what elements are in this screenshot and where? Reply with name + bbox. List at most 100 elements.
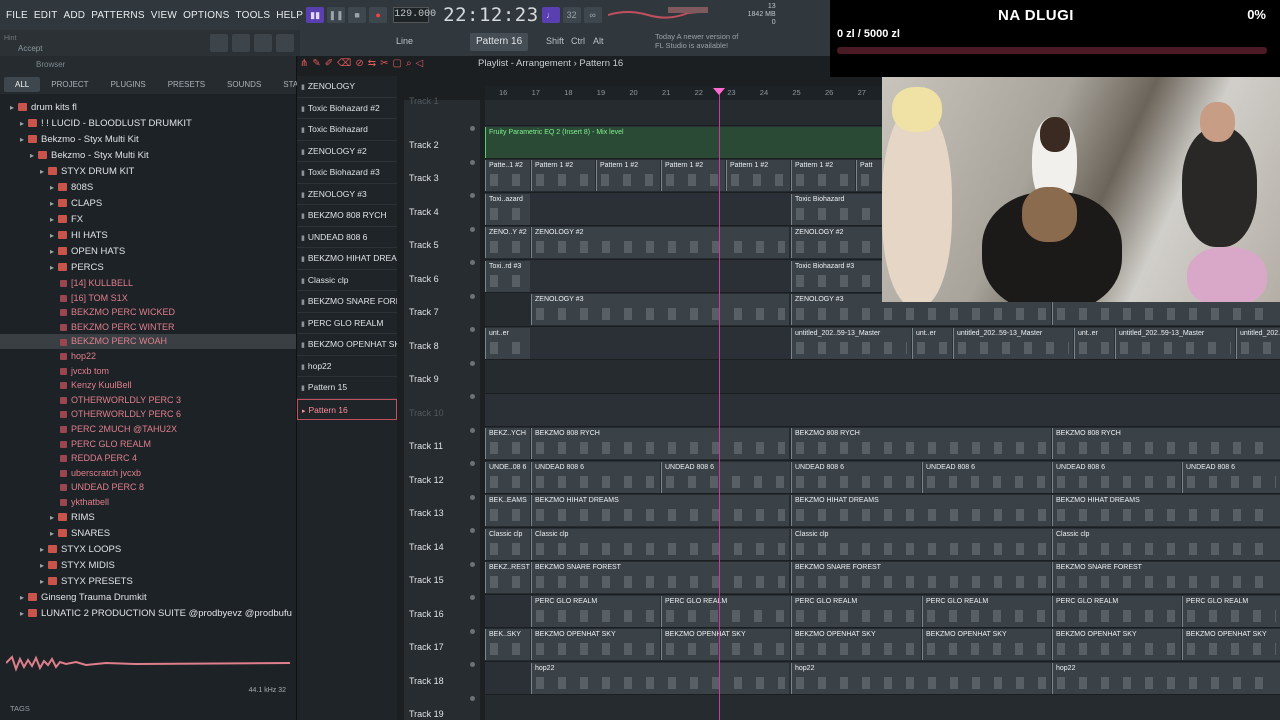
browser-file[interactable]: Kenzy KuulBell (0, 378, 296, 393)
track-name[interactable]: Track 1 (409, 96, 439, 106)
pattern-clip[interactable]: Toxic Biohazard #3 (791, 260, 886, 292)
browser-file[interactable]: PERC GLO REALM (0, 437, 296, 452)
pattern-clip[interactable]: BEKZMO SNARE FOREST (791, 562, 1051, 593)
expand-arrow-icon[interactable]: ▸ (20, 132, 28, 148)
delete-tool-icon[interactable]: ⌫ (337, 58, 351, 69)
browser-folder[interactable]: ▸ STYX LOOPS (0, 542, 296, 558)
menu-item-patterns[interactable]: PATTERNS (91, 10, 144, 21)
browser-folder[interactable]: ▸ Ginseng Trauma Drumkit (0, 590, 296, 606)
automation-clip[interactable]: Fruity Parametric EQ 2 (Insert 8) - Mix … (485, 126, 885, 158)
browser-tab-all[interactable]: ALL (4, 76, 41, 92)
browser-folder[interactable]: ▸ STYX PRESETS (0, 574, 296, 590)
pattern-clip[interactable]: untitled_202..59-13_Master (1115, 327, 1235, 359)
alt-key[interactable]: Alt (593, 36, 604, 46)
expand-arrow-icon[interactable]: ▸ (50, 526, 58, 542)
track-mute-led[interactable] (470, 628, 475, 634)
track-name[interactable]: Track 10 (409, 408, 444, 418)
pattern-clip[interactable]: ZENOLOGY #2 (791, 227, 886, 258)
menu-item-file[interactable]: FILE (6, 10, 28, 21)
playlist-window-button[interactable] (210, 34, 228, 52)
track-mute-led[interactable] (470, 260, 475, 265)
track-name[interactable]: Track 3 (409, 173, 439, 183)
track-name[interactable]: Track 8 (409, 341, 439, 351)
pattern-clip[interactable]: UNDEAD 808 6 (661, 461, 790, 493)
browser-folder[interactable]: ▸ FX (0, 212, 296, 228)
pattern-clip[interactable]: BEKZMO HIHAT DREAMS (791, 495, 1051, 526)
expand-arrow-icon[interactable]: ▸ (20, 606, 28, 622)
pattern-clip[interactable]: PERC GLO REALM (1182, 595, 1280, 627)
browser-file[interactable]: [16] TOM S1X (0, 291, 296, 306)
expand-arrow-icon[interactable]: ▸ (40, 574, 48, 590)
update-notice[interactable]: Today A newer version of FL Studio is av… (655, 32, 745, 50)
browser-file[interactable]: REDDA PERC 4 (0, 451, 296, 466)
browser-folder[interactable]: ▸ Bekzmo - Styx Multi Kit (0, 132, 296, 148)
pattern-clip[interactable]: UNDEAD 808 6 (791, 461, 921, 493)
select-tool-icon[interactable]: ▢ (392, 58, 401, 69)
pause-button[interactable]: ❚❚ (327, 7, 346, 23)
pattern-selector[interactable]: Pattern 16 (470, 33, 529, 51)
browser-folder[interactable]: ▸ HI HATS (0, 228, 296, 244)
track-mute-led[interactable] (470, 494, 475, 500)
track-name[interactable]: Track 14 (409, 542, 444, 552)
browser-folder[interactable]: ▸ STYX MIDIS (0, 558, 296, 574)
expand-arrow-icon[interactable]: ▸ (50, 196, 58, 212)
pattern-clip[interactable]: BEKZMO HIHAT DREAMS (531, 495, 789, 526)
browser-folder[interactable]: ▸ 808S (0, 180, 296, 196)
pattern-clip[interactable]: untitled_202..59-13_Master (953, 327, 1073, 359)
metronome-button[interactable]: ♩ (541, 7, 560, 23)
browser-file[interactable]: OTHERWORLDLY PERC 3 (0, 393, 296, 408)
browser-tab-presets[interactable]: PRESETS (157, 77, 216, 92)
pattern-clip[interactable]: Classic clp (531, 528, 789, 560)
browser-file[interactable]: BEKZMO PERC WINTER (0, 320, 296, 335)
playhead-marker[interactable] (713, 88, 725, 95)
expand-arrow-icon[interactable]: ▸ (50, 244, 58, 260)
browser-folder[interactable]: ▸ RIMS (0, 510, 296, 526)
menu-item-edit[interactable]: EDIT (34, 10, 58, 21)
expand-arrow-icon[interactable]: ▸ (50, 260, 58, 276)
expand-arrow-icon[interactable]: ▸ (40, 542, 48, 558)
sample-preview-waveform[interactable] (6, 654, 290, 672)
browser-folder[interactable]: ▸ ! ! LUCID - BLOODLUST DRUMKIT (0, 116, 296, 132)
pattern-clip[interactable]: BEK..EAMS (485, 495, 530, 526)
pattern-clip[interactable]: hop22 (531, 662, 789, 694)
expand-arrow-icon[interactable]: ▸ (30, 148, 38, 164)
menu-item-tools[interactable]: TOOLS (235, 10, 270, 21)
pattern-clip[interactable]: BEKZMO OPENHAT SKY (661, 629, 790, 660)
pattern-clip[interactable]: ZENOLOGY #2 (531, 227, 789, 258)
mixer-window-button[interactable] (276, 34, 294, 52)
pattern-clip[interactable]: BEKZMO OPENHAT SKY (531, 629, 660, 660)
pattern-clip[interactable]: Pattern 1 #2 (726, 160, 790, 191)
expand-arrow-icon[interactable]: ▸ (50, 180, 58, 196)
pattern-clip[interactable]: Pattern 1 #2 (596, 160, 660, 191)
pattern-clip[interactable]: UNDEAD 808 6 (1182, 461, 1280, 493)
pattern-item[interactable]: Toxic Biohazard #3 (297, 162, 397, 184)
pattern-clip[interactable]: ZENOLOGY #3 (531, 294, 789, 325)
browser-file[interactable]: [14] KULLBELL (0, 276, 296, 291)
browser-file[interactable]: BEKZMO PERC WICKED (0, 305, 296, 320)
track-name[interactable]: Track 17 (409, 642, 444, 652)
pattern-clip[interactable]: unt..er (1074, 327, 1114, 359)
pattern-clip[interactable]: BEKZMO HIHAT DREAMS (1052, 495, 1280, 526)
track-mute-led[interactable] (470, 528, 475, 533)
track-name[interactable]: Track 19 (409, 709, 444, 719)
pattern-clip[interactable]: unt..er (912, 327, 952, 359)
track-name[interactable]: Track 7 (409, 307, 439, 317)
track-name[interactable]: Track 2 (409, 140, 439, 150)
browser-file[interactable]: hop22 (0, 349, 296, 364)
record-button[interactable]: ● (369, 7, 388, 23)
track-mute-led[interactable] (470, 226, 475, 232)
pattern-clip[interactable]: Toxic Biohazard (791, 193, 886, 225)
browser-folder[interactable]: ▸ LUNATIC 2 PRODUCTION SUITE @prodbyevz @… (0, 606, 296, 622)
pattern-clip[interactable]: BEKZMO OPENHAT SKY (791, 629, 921, 660)
timeline-ruler[interactable]: 16 17 18 19 20 21 22 23 24 25 26 27 (485, 86, 885, 100)
pattern-clip[interactable]: UNDE..08 6 (485, 461, 530, 493)
track-mute-led[interactable] (470, 695, 475, 701)
pattern-clip[interactable]: BEKZMO OPENHAT SKY (1052, 629, 1181, 660)
pattern-clip[interactable]: Pattern 1 #2 (531, 160, 595, 191)
expand-arrow-icon[interactable]: ▸ (20, 590, 28, 606)
track-name[interactable]: Track 15 (409, 575, 444, 585)
menu-item-view[interactable]: VIEW (151, 10, 177, 21)
pattern-clip[interactable]: Classic clp (791, 528, 1051, 560)
browser-file[interactable]: OTHERWORLDLY PERC 6 (0, 407, 296, 422)
track-mute-led[interactable] (470, 126, 475, 131)
